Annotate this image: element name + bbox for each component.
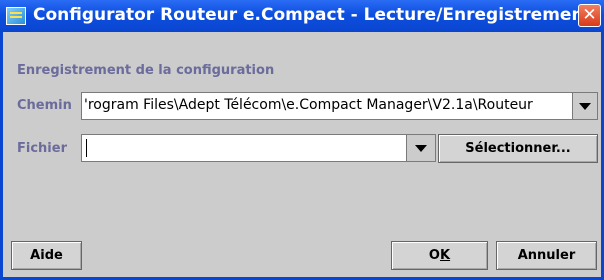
title-bar[interactable]: Configurator Routeur e.Compact - Lecture… (0, 0, 604, 32)
window-border-left (0, 32, 3, 280)
chevron-down-icon (579, 102, 591, 110)
close-button[interactable]: ✕ (578, 4, 601, 27)
fichier-combobox[interactable] (81, 134, 436, 162)
fichier-label: Fichier (17, 141, 67, 156)
chemin-combobox[interactable]: 'rogram Files\Adept Télécom\e.Compact Ma… (81, 92, 598, 120)
chemin-value: 'rogram Files\Adept Télécom\e.Compact Ma… (84, 97, 533, 113)
ok-button[interactable]: OK (391, 241, 488, 270)
dialog-window: Configurator Routeur e.Compact - Lecture… (0, 0, 604, 280)
help-button[interactable]: Aide (11, 241, 82, 270)
chemin-dropdown-button[interactable] (572, 93, 597, 119)
cancel-button[interactable]: Annuler (496, 241, 597, 270)
ok-label: O (428, 248, 440, 263)
select-button[interactable]: Sélectionner... (438, 134, 598, 163)
chemin-label: Chemin (17, 98, 72, 113)
text-cursor (86, 139, 87, 157)
section-title: Enregistrement de la configuration (17, 63, 275, 78)
ok-mnemonic: K (439, 248, 451, 263)
window-title: Configurator Routeur e.Compact - Lecture… (33, 5, 592, 25)
chevron-down-icon (415, 144, 427, 152)
app-icon (6, 7, 26, 25)
fichier-dropdown-button[interactable] (406, 135, 435, 161)
